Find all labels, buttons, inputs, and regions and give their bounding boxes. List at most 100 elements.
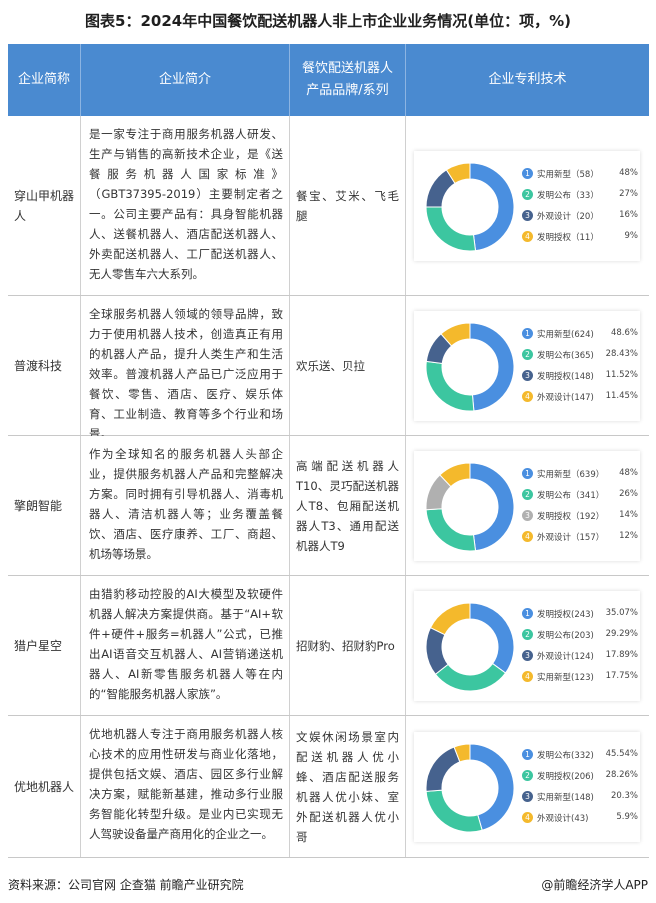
company-description: 由猎豹移动控股的AI大模型及软硬件机器人解决方案提供商。基于“AI+软件+硬件+… <box>81 576 290 715</box>
app-credit: @前瞻经济学人APP <box>541 878 648 892</box>
patent-chart-card: 1 实用新型（58） 48% 2 发明公布（33） 27% 3 外观设计（20） 16% 4 发明授… <box>414 151 640 261</box>
donut-slice <box>434 662 507 692</box>
legend-label: 发明授权(206) <box>537 772 594 782</box>
patent-donut-chart <box>425 162 515 252</box>
legend-label: 实用新型(123) <box>537 673 594 683</box>
legend-item: 3 外观设计(124) 17.89% <box>522 647 638 668</box>
legend-label: 实用新型(624) <box>537 330 594 340</box>
legend-percent: 11.45% <box>605 391 638 401</box>
legend-number-badge: 4 <box>522 531 533 542</box>
patent-cell: 1 实用新型(624) 48.6% 2 发明公布(365) 28.43% 3 发明授权(148… <box>406 296 649 435</box>
legend-percent: 9% <box>624 231 639 241</box>
legend-label: 发明授权(243) <box>537 610 594 620</box>
legend-percent: 29.29% <box>605 629 638 639</box>
legend-number-badge: 3 <box>522 650 533 661</box>
donut-slice <box>425 508 477 552</box>
donut-slice <box>425 746 461 792</box>
patent-legend: 1 发明授权(243) 35.07% 2 发明公布(203) 29.29% 3 外观设计(12… <box>522 605 638 689</box>
patent-chart-card: 1 发明授权(243) 35.07% 2 发明公布(203) 29.29% 3 外观设计(12… <box>414 591 640 701</box>
patent-chart-card: 1 实用新型（639） 48% 2 发明公布（341） 26% 3 发明授权（192） 14% 4… <box>414 451 640 561</box>
legend-number-badge: 2 <box>522 489 533 500</box>
legend-label: 发明公布(365) <box>537 351 594 361</box>
legend-number-badge: 3 <box>522 370 533 381</box>
company-name: 优地机器人 <box>8 716 81 857</box>
patent-legend: 1 实用新型(624) 48.6% 2 发明公布(365) 28.43% 3 发明授权(148… <box>522 325 638 409</box>
legend-percent: 48.6% <box>610 328 638 338</box>
donut-slice <box>425 206 477 252</box>
legend-number-badge: 2 <box>522 349 533 360</box>
product-brand: 高端配送机器人T10、灵巧配送机器人T8、包厢配送机器人T3、通用配送机器人T9 <box>290 436 406 575</box>
legend-label: 发明公布(203) <box>537 631 594 641</box>
legend-item: 1 实用新型(624) 48.6% <box>522 325 638 346</box>
donut-slice <box>469 162 515 252</box>
header-brand: 餐饮配送机器人产品品牌/系列 <box>290 44 406 116</box>
legend-label: 发明公布（33） <box>537 191 599 201</box>
legend-number-badge: 1 <box>522 168 533 179</box>
legend-item: 1 实用新型（639） 48% <box>522 465 638 486</box>
legend-number-badge: 1 <box>522 749 533 760</box>
legend-percent: 17.75% <box>605 671 638 681</box>
legend-percent: 45.54% <box>605 749 638 759</box>
legend-item: 2 发明授权(206) 28.26% <box>522 767 638 788</box>
source-note: 资料来源：公司官网 企查猫 前瞻产业研究院 <box>8 878 244 892</box>
header-patent: 企业专利技术 <box>406 44 649 116</box>
legend-item: 2 发明公布(365) 28.43% <box>522 346 638 367</box>
table-row: 普渡科技 全球服务机器人领域的领导品牌，致力于使用机器人技术，创造真正有用的机器人… <box>8 296 649 441</box>
company-description: 是一家专注于商用服务机器人研发、生产与销售的高新技术企业，是《送餐服务机器人国家… <box>81 116 290 295</box>
patent-cell: 1 实用新型（639） 48% 2 发明公布（341） 26% 3 发明授权（192） 14% 4… <box>406 436 649 575</box>
company-description: 作为全球知名的服务机器人头部企业，提供服务机器人产品和完整解决方案。同时拥有引导… <box>81 436 290 575</box>
header-desc: 企业简介 <box>81 44 290 116</box>
legend-label: 实用新型（58） <box>537 170 599 180</box>
legend-number-badge: 3 <box>522 510 533 521</box>
legend-item: 1 发明授权(243) 35.07% <box>522 605 638 626</box>
legend-percent: 28.43% <box>605 349 638 359</box>
legend-label: 发明公布（341） <box>537 491 605 501</box>
donut-slice <box>425 789 483 833</box>
patent-cell: 1 发明公布(332) 45.54% 2 发明授权(206) 28.26% 3 实用新型(14… <box>406 716 649 857</box>
legend-item: 3 发明授权(148) 11.52% <box>522 367 638 388</box>
page-title: 图表5：2024年中国餐饮配送机器人非上市企业业务情况(单位：项，%) <box>85 12 571 30</box>
legend-item: 4 外观设计(147) 11.45% <box>522 388 638 409</box>
patent-legend: 1 实用新型（58） 48% 2 发明公布（33） 27% 3 外观设计（20） 16% 4 发明授… <box>522 165 638 249</box>
patent-donut-chart <box>425 462 515 552</box>
legend-number-badge: 1 <box>522 468 533 479</box>
patent-donut-chart <box>425 743 515 833</box>
legend-item: 3 发明授权（192） 14% <box>522 507 638 528</box>
product-brand: 餐宝、艾米、飞毛腿 <box>290 116 406 295</box>
patent-donut-chart <box>425 602 515 692</box>
table-row: 擎朗智能 作为全球知名的服务机器人头部企业，提供服务机器人产品和完整解决方案。同时… <box>8 436 649 576</box>
legend-label: 外观设计(124) <box>537 652 594 662</box>
legend-number-badge: 3 <box>522 210 533 221</box>
table-row: 穿山甲机器人 是一家专注于商用服务机器人研发、生产与销售的高新技术企业，是《送餐服… <box>8 116 649 296</box>
legend-percent: 48% <box>619 168 638 178</box>
legend-label: 发明授权（192） <box>537 512 605 522</box>
legend-label: 外观设计(43) <box>537 814 589 824</box>
legend-item: 2 发明公布（33） 27% <box>522 186 638 207</box>
legend-percent: 35.07% <box>605 608 638 618</box>
legend-label: 外观设计（157） <box>537 533 605 543</box>
legend-number-badge: 3 <box>522 791 533 802</box>
legend-number-badge: 4 <box>522 231 533 242</box>
company-name: 穿山甲机器人 <box>8 116 81 295</box>
legend-percent: 26% <box>619 489 638 499</box>
patent-chart-card: 1 发明公布(332) 45.54% 2 发明授权(206) 28.26% 3 实用新型(14… <box>414 732 640 842</box>
patent-cell: 1 实用新型（58） 48% 2 发明公布（33） 27% 3 外观设计（20） 16% 4 发明授… <box>406 116 649 295</box>
patent-chart-card: 1 实用新型(624) 48.6% 2 发明公布(365) 28.43% 3 发明授权(148… <box>414 311 640 421</box>
legend-label: 发明公布(332) <box>537 751 594 761</box>
legend-number-badge: 2 <box>522 770 533 781</box>
legend-label: 发明授权(148) <box>537 372 594 382</box>
legend-number-badge: 4 <box>522 812 533 823</box>
legend-item: 4 发明授权（11） 9% <box>522 228 638 249</box>
legend-number-badge: 1 <box>522 328 533 339</box>
donut-slice <box>429 602 471 636</box>
legend-label: 外观设计(147) <box>537 393 594 403</box>
legend-percent: 11.52% <box>605 370 638 380</box>
table-row: 猎户星空 由猎豹移动控股的AI大模型及软硬件机器人解决方案提供商。基于“AI+软件… <box>8 576 649 716</box>
patent-legend: 1 实用新型（639） 48% 2 发明公布（341） 26% 3 发明授权（192） 14% 4… <box>522 465 638 549</box>
legend-item: 2 发明公布（341） 26% <box>522 486 638 507</box>
legend-percent: 5.9% <box>616 812 638 822</box>
product-brand: 文娱休闲场景室内配送机器人优小蜂、酒店配送服务机器人优小妹、室外配送机器人优小哥 <box>290 716 406 857</box>
table-row: 优地机器人 优地机器人专注于商用服务机器人核心技术的应用性研发与商业化落地，提供包… <box>8 716 649 858</box>
legend-percent: 27% <box>619 189 638 199</box>
legend-number-badge: 1 <box>522 608 533 619</box>
